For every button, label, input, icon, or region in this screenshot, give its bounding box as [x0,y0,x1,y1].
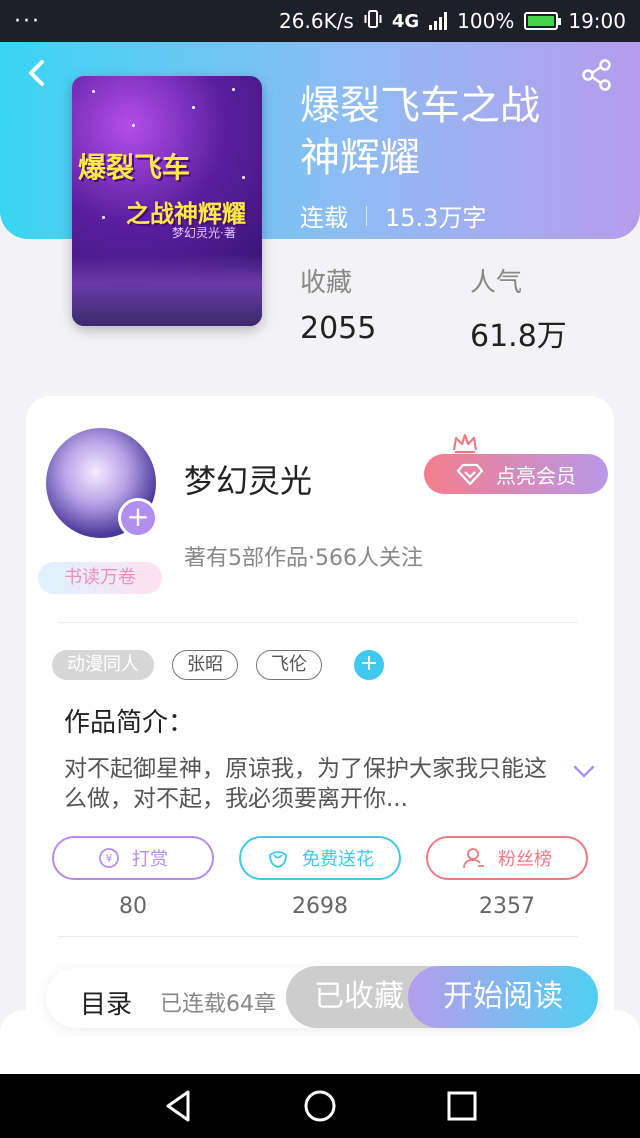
book-title-line-2: 神辉耀 [300,135,420,181]
add-tag-button[interactable]: + [354,650,384,680]
cover-title-1: 爆裂飞车 [78,151,191,184]
network-speed: 26.6K/s [279,9,354,33]
coin-icon: ¥ [99,848,119,868]
author-name[interactable]: 梦幻灵光 [184,456,312,502]
fan-ranking-button[interactable]: 粉丝榜 2357 [426,836,588,919]
reader-level-badge: 书读万卷 [38,562,162,594]
signal-icon [429,12,448,30]
fan-ranking-count: 2357 [479,894,535,919]
fan-ranking-label: 粉丝榜 [498,849,552,870]
chevron-down-icon[interactable] [572,764,596,780]
crown-icon [452,433,478,454]
tag-item[interactable]: 飞伦 [256,650,322,680]
tip-count: 80 [119,894,147,919]
tip-label: 打赏 [132,849,168,870]
diamond-icon [456,463,484,486]
chevron-left-icon [29,60,44,86]
book-meta: 连载 15.3万字 [300,198,486,233]
flower-button[interactable]: 免费送花 2698 [239,836,401,919]
tag-item[interactable]: 张昭 [172,650,238,680]
book-title: 爆裂飞车之战 神辉耀 [300,80,620,184]
triangle-back-icon[interactable] [160,1088,196,1124]
vibrate-icon [364,9,382,34]
author-summary: 著有5部作品·566人关注 [184,546,423,571]
intro-title: 作品简介： [64,708,195,738]
word-count: 15.3万字 [385,204,487,232]
meta-divider [366,205,367,226]
chapter-count: 已连载64章 [160,992,276,1017]
cover-author: 梦幻灵光·著 [172,226,236,240]
status-bar: ··· 26.6K/s 4G 100% 19:00 [0,0,640,42]
vip-button[interactable]: 点亮会员 [424,454,608,494]
battery-percent: 100% [457,9,515,33]
battery-icon [524,12,562,30]
back-button[interactable] [22,58,52,88]
notification-dots: ··· [14,8,41,34]
book-status: 连载 [300,204,348,232]
popularity-stat: 人气 61.8万 [470,262,567,355]
vip-button-label: 点亮会员 [496,463,576,488]
cover-characters [72,254,262,326]
start-reading-button[interactable]: 开始阅读 [408,966,598,1028]
divider [58,936,578,937]
book-title-line-1: 爆裂飞车之战 [300,83,540,129]
user-icon [463,848,484,869]
flower-icon [269,851,287,868]
flower-count: 2698 [292,894,348,919]
toc-label[interactable]: 目录 [80,984,132,1021]
flower-label: 免费送花 [302,849,374,870]
tip-button[interactable]: ¥ 打赏 80 [52,836,214,919]
square-recent-icon[interactable] [444,1088,480,1124]
svg-text:¥: ¥ [106,852,113,865]
favorites-value: 2055 [300,311,377,346]
favorites-stat: 收藏 2055 [300,262,376,346]
tag-item[interactable]: 动漫同人 [52,650,154,680]
tag-list: 动漫同人 张昭 飞伦 + [52,650,384,680]
book-cover[interactable]: 爆裂飞车 之战神辉耀 梦幻灵光·著 [72,76,262,326]
follow-author-button[interactable]: + [118,498,158,538]
intro-text: 对不起御星神，原谅我，为了保护大家我只能这么做，对不起，我必须要离开你... [64,756,547,812]
clock: 19:00 [568,9,626,33]
circle-home-icon[interactable] [302,1088,338,1124]
popularity-label: 人气 [470,268,523,298]
popularity-value: 61.8万 [470,319,567,354]
divider [58,622,578,623]
network-type: 4G [391,10,420,32]
favorites-label: 收藏 [300,268,353,298]
